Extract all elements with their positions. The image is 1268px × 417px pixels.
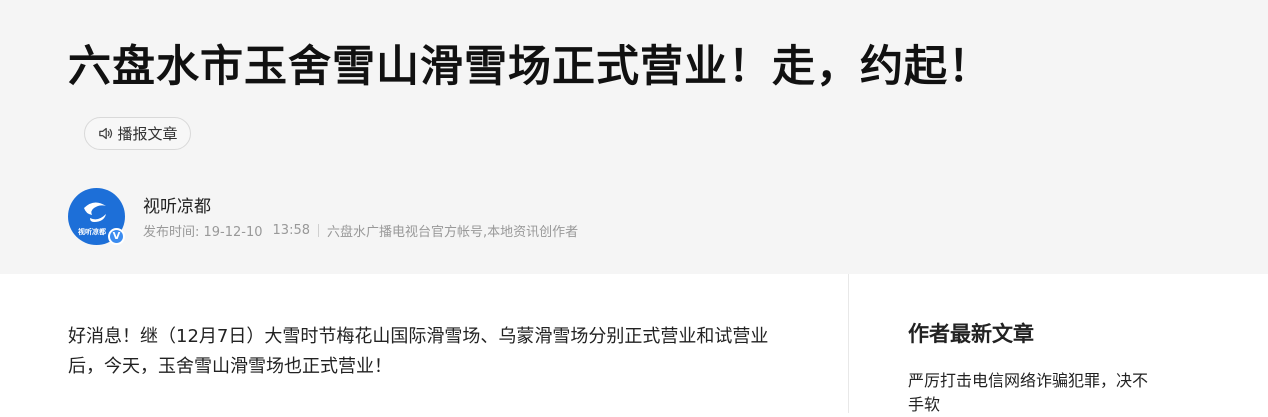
sidebar-article-link[interactable]: 严厉打击电信网络诈骗犯罪，决不手软	[908, 369, 1158, 417]
listen-article-button[interactable]: 播报文章	[84, 117, 191, 150]
speaker-icon	[99, 127, 113, 140]
channel-logo-icon	[84, 202, 106, 222]
sidebar-heading: 作者最新文章	[908, 322, 1034, 346]
article-paragraph: 好消息！继（12月7日）大雪时节梅花山国际滑雪场、乌蒙滑雪场分别正式营业和试营业…	[68, 326, 769, 377]
author-avatar[interactable]: 视听凉都 V	[68, 188, 125, 245]
article-title: 六盘水市玉舍雪山滑雪场正式营业！走，约起！	[68, 42, 992, 92]
publish-date: 发布时间: 19-12-10	[143, 225, 263, 240]
column-divider	[848, 274, 849, 413]
publish-time: 13:58	[272, 223, 310, 238]
listen-article-label: 播报文章	[117, 125, 178, 143]
article-header: 六盘水市玉舍雪山滑雪场正式营业！走，约起！ 播报文章 视听凉都 V 视听凉都 发…	[0, 0, 1268, 274]
verified-badge-icon: V	[108, 228, 125, 245]
author-name[interactable]: 视听凉都	[143, 192, 211, 217]
meta-divider	[318, 224, 319, 237]
author-description: 六盘水广播电视台官方帐号,本地资讯创作者	[327, 225, 579, 240]
publish-meta: 发布时间: 19-12-10 13:58 六盘水广播电视台官方帐号,本地资讯创作…	[143, 221, 578, 240]
